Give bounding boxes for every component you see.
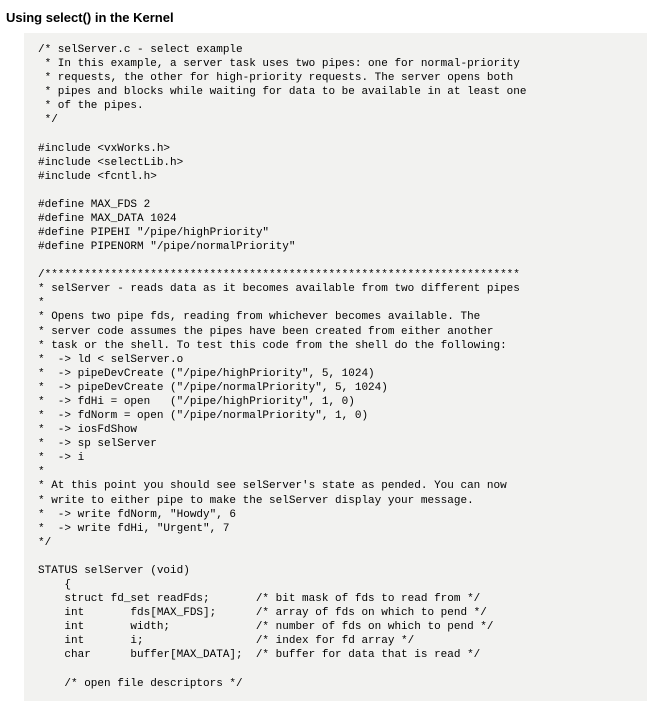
code-block: /* selServer.c - select example * In thi… — [24, 33, 647, 701]
section-heading: Using select() in the Kernel — [0, 0, 653, 33]
